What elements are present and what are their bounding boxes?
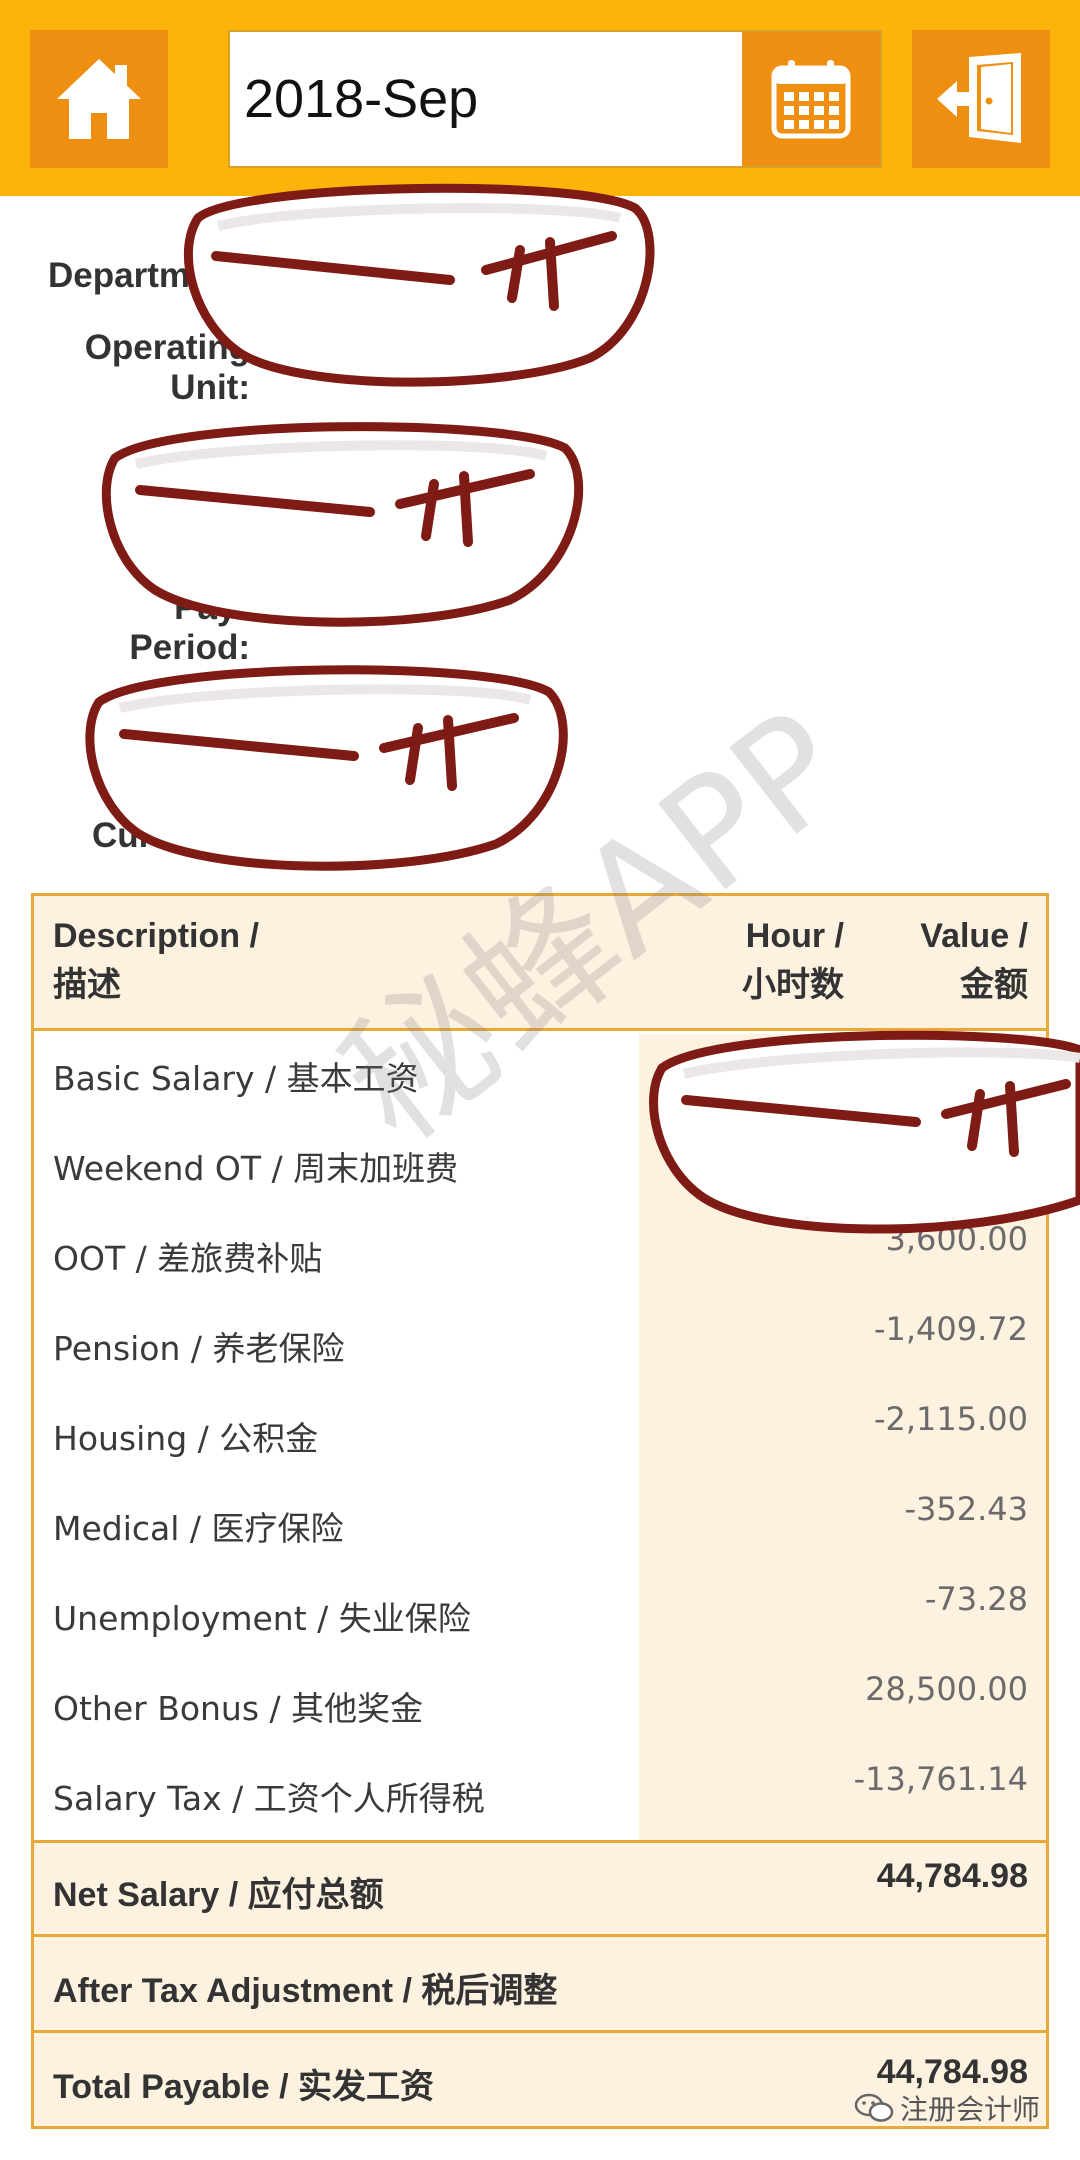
table-header: Description / 描述 Hour / 小时数 Value / 金额 bbox=[34, 896, 1046, 1031]
row-description: Weekend OT / 周末加班费 bbox=[53, 1149, 459, 1188]
column-header-value: Value / 金额 bbox=[920, 917, 1028, 1004]
row-value: -13,761.14 bbox=[853, 1760, 1028, 1798]
table-row: Unemployment / 失业保险 -73.28 bbox=[34, 1574, 1046, 1664]
calendar-button[interactable] bbox=[742, 32, 880, 166]
redaction-mark bbox=[183, 183, 655, 387]
row-description: Basic Salary / 基本工资 bbox=[53, 1059, 419, 1098]
total-payable-value: 44,784.98 bbox=[876, 2053, 1028, 2091]
exit-door-icon bbox=[937, 53, 1021, 143]
table-row: Medical / 医疗保险 -352.43 bbox=[34, 1484, 1046, 1574]
row-value: -352.43 bbox=[904, 1490, 1028, 1528]
column-header-description: Description / 描述 bbox=[53, 917, 259, 1004]
row-description: Medical / 医疗保险 bbox=[53, 1509, 344, 1548]
date-field bbox=[228, 30, 882, 168]
table-row: Pension / 养老保险 -1,409.72 bbox=[34, 1304, 1046, 1394]
calendar-icon bbox=[771, 60, 851, 139]
row-description: OOT / 差旅费补贴 bbox=[53, 1239, 323, 1278]
top-bar bbox=[0, 0, 1080, 196]
redaction-mark bbox=[649, 1030, 1080, 1234]
row-description: Other Bonus / 其他奖金 bbox=[53, 1689, 424, 1728]
exit-button[interactable] bbox=[912, 30, 1050, 168]
table-row: Other Bonus / 其他奖金 28,500.00 bbox=[34, 1664, 1046, 1754]
row-value: 28,500.00 bbox=[865, 1670, 1028, 1708]
column-header-hour: Hour / 小时数 bbox=[742, 917, 844, 1004]
net-salary-label: Net Salary / 应付总额 bbox=[53, 1876, 384, 1914]
after-tax-adjustment-label: After Tax Adjustment / 税后调整 bbox=[53, 1972, 558, 2010]
net-salary-row: Net Salary / 应付总额 44,784.98 bbox=[34, 1840, 1046, 1934]
home-button[interactable] bbox=[30, 30, 168, 168]
row-description: Salary Tax / 工资个人所得税 bbox=[53, 1779, 485, 1818]
date-input[interactable] bbox=[230, 32, 742, 166]
row-value: -73.28 bbox=[924, 1580, 1028, 1618]
table-row: Housing / 公积金 -2,115.00 bbox=[34, 1394, 1046, 1484]
wechat-account-name: 注册会计师 bbox=[900, 2093, 1041, 2126]
row-description: Unemployment / 失业保险 bbox=[53, 1599, 471, 1638]
row-description: Housing / 公积金 bbox=[53, 1419, 319, 1458]
table-row: Salary Tax / 工资个人所得税 -13,761.14 bbox=[34, 1754, 1046, 1844]
net-salary-value: 44,784.98 bbox=[876, 1857, 1028, 1895]
home-icon bbox=[57, 59, 141, 139]
row-value: -2,115.00 bbox=[873, 1400, 1028, 1438]
total-payable-label: Total Payable / 实发工资 bbox=[53, 2068, 435, 2106]
wechat-account-tag: 注册会计师 bbox=[854, 2088, 1040, 2128]
redaction-mark bbox=[85, 665, 568, 871]
row-description: Pension / 养老保险 bbox=[53, 1329, 345, 1368]
department-label: Departm bbox=[48, 256, 190, 295]
wechat-icon bbox=[854, 2093, 894, 2122]
redaction-mark bbox=[101, 422, 584, 627]
row-value: -1,409.72 bbox=[873, 1310, 1028, 1348]
after-tax-adjustment-row: After Tax Adjustment / 税后调整 bbox=[34, 1934, 1046, 2030]
